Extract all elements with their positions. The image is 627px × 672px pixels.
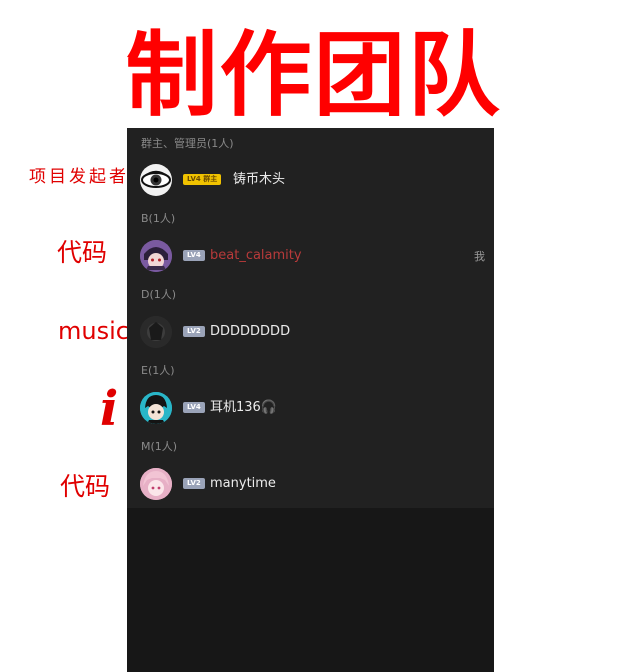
member-name: 铸币木头 xyxy=(233,172,286,187)
member-row[interactable]: LV2 DDDDDDDD xyxy=(127,311,494,353)
level-badge: LV2 xyxy=(183,326,205,337)
member-list: 群主、管理员(1人) LV4 群主 铸币木头 B(1人) LV4 beat_ca… xyxy=(127,128,494,508)
level-badge: LV2 xyxy=(183,478,205,489)
section-header-e: E(1人) xyxy=(141,364,175,377)
level-badge: LV4 xyxy=(183,402,205,413)
member-name: DDDDDDDD xyxy=(210,324,291,339)
eye-avatar[interactable] xyxy=(140,164,172,196)
banner-title: 制作团队 xyxy=(125,22,502,129)
level-role-badge: LV4 群主 xyxy=(183,174,222,185)
member-name: manytime xyxy=(210,476,276,491)
member-name: 耳机136🎧 xyxy=(210,400,277,415)
annotation-code-2: 代码 xyxy=(60,472,111,501)
dark-avatar[interactable] xyxy=(140,316,172,348)
member-row[interactable]: LV4 群主 铸币木头 xyxy=(127,159,494,201)
annotation-code-1: 代码 xyxy=(57,238,108,267)
annotation-music: music xyxy=(58,317,129,345)
level-badge: LV4 xyxy=(183,250,205,261)
anime-avatar-teal[interactable] xyxy=(140,392,172,424)
section-header-b: B(1人) xyxy=(141,212,176,225)
member-row[interactable]: LV4 耳机136🎧 xyxy=(127,387,494,429)
me-tag: 我 xyxy=(474,250,485,263)
section-header-m: M(1人) xyxy=(141,440,178,453)
group-member-panel: 群主、管理员(1人) LV4 群主 铸币木头 B(1人) LV4 beat_ca… xyxy=(127,128,494,672)
annotation-project-initiator: 项目发起者 xyxy=(29,167,129,187)
member-row[interactable]: LV2 manytime xyxy=(127,463,494,505)
member-name: beat_calamity xyxy=(210,248,302,263)
section-header-d: D(1人) xyxy=(141,288,177,301)
member-row[interactable]: LV4 beat_calamity 我 xyxy=(127,235,494,277)
section-header-owner-admin: 群主、管理员(1人) xyxy=(141,137,234,150)
anime-avatar-purple[interactable] xyxy=(140,240,172,272)
annotation-i: i xyxy=(100,381,119,437)
anime-avatar-pink[interactable] xyxy=(140,468,172,500)
